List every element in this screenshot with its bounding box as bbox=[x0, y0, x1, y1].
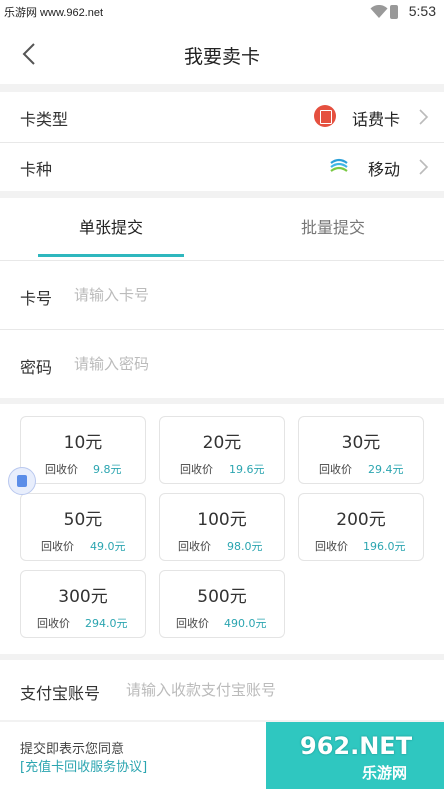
denomination-amount: 30元 bbox=[341, 433, 381, 453]
chevron-right-icon bbox=[419, 159, 429, 175]
denomination-amount: 50元 bbox=[63, 510, 103, 530]
recycle-price-label: 回收价 bbox=[180, 463, 213, 476]
wifi-icon bbox=[370, 5, 388, 18]
denomination-tile[interactable]: 500元 回收价 490.0元 bbox=[159, 570, 285, 638]
recycle-price-label: 回收价 bbox=[319, 463, 352, 476]
status-bar: 乐游网 www.962.net 5:53 bbox=[0, 0, 444, 24]
active-tab-indicator bbox=[38, 254, 184, 257]
watermark-logo-big: 962.NET bbox=[300, 732, 413, 760]
battery-icon bbox=[390, 5, 398, 19]
floating-note-icon[interactable] bbox=[8, 467, 36, 495]
denomination-amount: 300元 bbox=[58, 587, 108, 607]
denomination-amount: 500元 bbox=[197, 587, 247, 607]
agreement-link[interactable]: [充值卡回收服务协议] bbox=[20, 756, 147, 775]
tab-batch-submit[interactable]: 批量提交 bbox=[222, 198, 444, 258]
card-kind-value: 移动 bbox=[367, 160, 400, 179]
alipay-account-field: 支付宝账号 bbox=[0, 660, 444, 720]
card-kind-label: 卡种 bbox=[20, 160, 53, 179]
watermark-logo-small: 乐游网 bbox=[362, 764, 408, 782]
denomination-tile[interactable]: 100元 回收价 98.0元 bbox=[159, 493, 285, 561]
card-type-label: 卡类型 bbox=[20, 110, 69, 129]
title-bar: 我要卖卡 bbox=[0, 24, 444, 84]
password-field: 密码 bbox=[0, 330, 444, 398]
recycle-price-value: 490.0元 bbox=[224, 617, 267, 630]
recycle-price-label: 回收价 bbox=[315, 540, 348, 553]
card-number-field: 卡号 bbox=[0, 261, 444, 329]
tab-single-submit[interactable]: 单张提交 bbox=[0, 198, 222, 258]
password-label: 密码 bbox=[20, 358, 53, 377]
denomination-amount: 100元 bbox=[197, 510, 247, 530]
card-kind-row[interactable]: 卡种 移动 bbox=[0, 143, 444, 191]
recycle-price-value: 98.0元 bbox=[227, 540, 263, 553]
status-time: 5:53 bbox=[408, 3, 436, 19]
watermark-logo: 962.NET 乐游网 bbox=[300, 730, 440, 785]
denomination-amount: 20元 bbox=[202, 433, 242, 453]
recycle-price-value: 49.0元 bbox=[90, 540, 126, 553]
denomination-amount: 10元 bbox=[63, 433, 103, 453]
recycle-price-value: 29.4元 bbox=[368, 463, 404, 476]
recycle-price-label: 回收价 bbox=[176, 617, 209, 630]
card-type-value: 话费卡 bbox=[351, 110, 400, 129]
recycle-price-label: 回收价 bbox=[45, 463, 78, 476]
recycle-price-label: 回收价 bbox=[41, 540, 74, 553]
denomination-tile[interactable]: 200元 回收价 196.0元 bbox=[298, 493, 424, 561]
card-type-row[interactable]: 卡类型 话费卡 bbox=[0, 92, 444, 142]
denomination-tile[interactable]: 20元 回收价 19.6元 bbox=[159, 416, 285, 484]
recycle-price-value: 19.6元 bbox=[229, 463, 265, 476]
submit-mode-tabs: 单张提交 批量提交 bbox=[0, 198, 444, 260]
recycle-price-value: 294.0元 bbox=[85, 617, 128, 630]
denomination-grid: 10元 回收价 9.8元 20元 回收价 19.6元 30元 回收价 29.4元… bbox=[0, 404, 444, 654]
denomination-tile[interactable]: 300元 回收价 294.0元 bbox=[20, 570, 146, 638]
password-input[interactable] bbox=[74, 350, 414, 378]
denomination-tile[interactable]: 10元 回收价 9.8元 bbox=[20, 416, 146, 484]
recycle-price-label: 回收价 bbox=[37, 617, 70, 630]
chevron-right-icon bbox=[419, 109, 429, 125]
card-number-label: 卡号 bbox=[20, 289, 53, 308]
alipay-label: 支付宝账号 bbox=[20, 684, 101, 703]
recycle-price-label: 回收价 bbox=[178, 540, 211, 553]
china-mobile-icon bbox=[330, 158, 348, 172]
recycle-price-value: 9.8元 bbox=[93, 463, 122, 476]
denomination-amount: 200元 bbox=[336, 510, 386, 530]
page-title: 我要卖卡 bbox=[183, 46, 260, 68]
status-watermark: 乐游网 www.962.net bbox=[4, 7, 104, 19]
denomination-tile[interactable]: 50元 回收价 49.0元 bbox=[20, 493, 146, 561]
recycle-price-value: 196.0元 bbox=[363, 540, 406, 553]
alipay-input[interactable] bbox=[126, 676, 426, 704]
agreement-text: 提交即表示您同意 bbox=[20, 742, 125, 757]
phone-card-icon bbox=[314, 105, 336, 127]
card-number-input[interactable] bbox=[74, 281, 414, 309]
denomination-tile[interactable]: 30元 回收价 29.4元 bbox=[298, 416, 424, 484]
